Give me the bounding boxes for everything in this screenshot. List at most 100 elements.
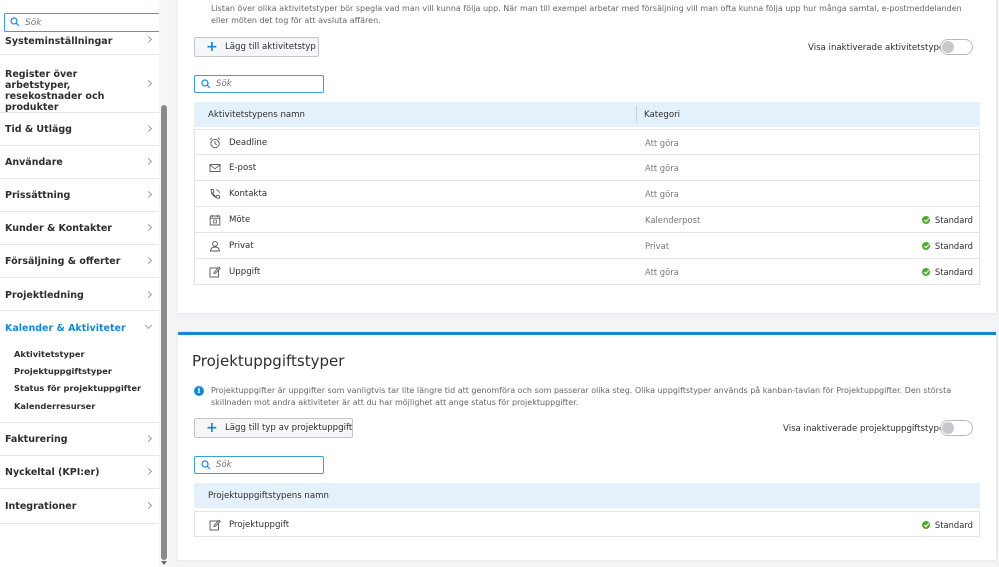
search-icon [201, 460, 211, 470]
settings-sidebar: Systeminställningar Register över arbets… [0, 0, 168, 567]
project-task-type-name: Projektuppgift [229, 520, 290, 530]
table-row[interactable]: Kontakta Att göra [194, 181, 980, 207]
activity-type-category: Att göra [645, 163, 679, 173]
add-project-task-type-label: Lägg till typ av projektuppgift [225, 423, 353, 433]
sidebar-search-input[interactable] [25, 15, 155, 30]
activity-types-description: Listan över olika aktivitetstyper bör sp… [211, 4, 962, 25]
sidebar-scrollbar-thumb[interactable] [161, 105, 167, 560]
project-task-types-search[interactable] [194, 456, 324, 474]
calendar-icon [209, 214, 221, 226]
toggle-knob [942, 422, 954, 434]
standard-badge: Standard [934, 520, 973, 530]
column-header-name[interactable]: Projektuppgiftstypens namn [208, 491, 329, 501]
search-icon [10, 17, 20, 27]
show-inactive-project-task-types-toggle[interactable] [940, 420, 973, 436]
phone-icon [210, 189, 221, 199]
plus-icon: + [206, 39, 218, 55]
sidebar-item-sales-offers[interactable]: Försäljning & offerter [0, 245, 159, 278]
table-row[interactable]: Projektuppgift Standard [194, 511, 980, 537]
envelope-icon [209, 164, 221, 172]
standard-badge: Standard [934, 241, 973, 251]
scroll-down-arrow-icon[interactable] [161, 561, 167, 565]
toggle-knob [942, 41, 954, 53]
section-title: Projektuppgiftstyper [192, 352, 345, 370]
sidebar-item-label: Register över arbetstyper, resekostnader… [5, 69, 105, 113]
column-divider [636, 106, 637, 123]
sidebar-subitem-task-status[interactable]: Status för projektuppgifter [14, 383, 141, 393]
sidebar-item-label: Användare [5, 157, 63, 168]
standard-badge: Standard [934, 215, 973, 225]
sidebar-item-integrations[interactable]: Integrationer [0, 489, 159, 524]
app-window: Systeminställningar Register över arbets… [0, 0, 999, 567]
add-activity-type-label: Lägg till aktivitetstyp [225, 42, 316, 52]
column-header-name[interactable]: Aktivitetstypens namn [208, 110, 305, 120]
table-row[interactable]: Uppgift Att göra Standard [194, 259, 980, 285]
chevron-right-icon [144, 467, 153, 476]
check-circle-icon [922, 242, 930, 250]
sidebar-item-kpis[interactable]: Nyckeltal (KPI:er) [0, 456, 159, 489]
table-row[interactable]: Deadline Att göra [194, 129, 980, 155]
project-task-types-card: Projektuppgiftstyper i Projektuppgifter … [178, 332, 996, 560]
project-task-types-table-header: Projektuppgiftstypens namn [194, 483, 980, 508]
sidebar-item-registers[interactable]: Register över arbetstyper, resekostnader… [0, 55, 159, 113]
chevron-right-icon [144, 124, 153, 133]
sidebar-item-customers-contacts[interactable]: Kunder & Kontakter [0, 212, 159, 245]
activity-types-search[interactable] [194, 75, 324, 93]
sidebar-item-label: Försäljning & offerter [5, 256, 121, 267]
project-task-types-search-input[interactable] [216, 458, 316, 472]
activity-type-category: Privat [645, 241, 670, 251]
activity-type-name: E-post [229, 163, 257, 173]
sidebar-item-label: Projektledning [5, 290, 84, 301]
add-project-task-type-button[interactable]: + Lägg till typ av projektuppgift [194, 418, 353, 438]
edit-icon [209, 266, 221, 278]
check-circle-icon [922, 521, 930, 529]
person-icon [210, 240, 220, 252]
standard-badge: Standard [934, 267, 973, 277]
sidebar-item-users[interactable]: Användare [0, 146, 159, 179]
activity-type-category: Kalenderpost [645, 215, 701, 225]
chevron-right-icon [144, 157, 153, 166]
activity-types-search-input[interactable] [216, 77, 316, 91]
activity-type-name: Uppgift [229, 267, 261, 277]
sidebar-subitem-calendar-resources[interactable]: Kalenderresurser [14, 401, 95, 411]
sidebar-item-label: Fakturering [5, 434, 68, 445]
edit-icon [209, 519, 221, 531]
sidebar-item-invoicing[interactable]: Fakturering [0, 423, 159, 456]
sidebar-subitem-activity-types[interactable]: Aktivitetstyper [14, 349, 85, 359]
project-task-types-description: Projektuppgifter är uppgifter som vanlig… [211, 386, 952, 407]
sidebar-item-label: Kunder & Kontakter [5, 223, 112, 234]
table-row[interactable]: Möte Kalenderpost Standard [194, 207, 980, 233]
activity-types-card: Listan över olika aktivitetstyper bör sp… [178, 0, 996, 313]
chevron-right-icon [144, 190, 153, 199]
activity-types-table-header: Aktivitetstypens namn Kategori [194, 102, 980, 127]
chevron-right-icon [144, 35, 153, 44]
activity-type-name: Kontakta [229, 189, 268, 199]
sidebar-search[interactable] [4, 13, 160, 32]
sidebar-subitem-project-task-types[interactable]: Projektuppgiftstyper [14, 366, 112, 376]
table-row[interactable]: E-post Att göra [194, 155, 980, 181]
add-activity-type-button[interactable]: + Lägg till aktivitetstyp [194, 37, 319, 57]
chevron-down-icon [144, 321, 153, 330]
chevron-right-icon [144, 223, 153, 232]
show-inactive-activity-types-toggle[interactable] [940, 39, 973, 55]
activity-type-name: Möte [229, 215, 251, 225]
activity-type-name: Deadline [229, 138, 268, 148]
sidebar-item-calendar-activities[interactable]: Kalender & Aktiviteter Aktivitetstyper P… [0, 311, 159, 423]
chevron-right-icon [144, 290, 153, 299]
activity-type-category: Att göra [645, 189, 679, 199]
sidebar-item-project-management[interactable]: Projektledning [0, 278, 159, 311]
sidebar-item-label: Tid & Utlägg [5, 124, 72, 135]
column-header-category[interactable]: Kategori [644, 110, 680, 120]
alarm-clock-icon [209, 137, 221, 149]
sidebar-item-time-expenses[interactable]: Tid & Utlägg [0, 113, 159, 146]
sidebar-item-label: Nyckeltal (KPI:er) [5, 467, 100, 478]
sidebar-item-label: Systeminställningar [5, 36, 113, 47]
sidebar-item-pricing[interactable]: Prissättning [0, 179, 159, 212]
sidebar-item-label: Kalender & Aktiviteter [5, 323, 126, 334]
sidebar-item-label: Integrationer [5, 501, 77, 512]
activity-type-category: Att göra [645, 267, 679, 277]
activity-type-category: Att göra [645, 138, 679, 148]
table-row[interactable]: Privat Privat Standard [194, 233, 980, 259]
sidebar-item-system-settings[interactable]: Systeminställningar [0, 32, 159, 55]
activity-type-name: Privat [229, 241, 254, 251]
